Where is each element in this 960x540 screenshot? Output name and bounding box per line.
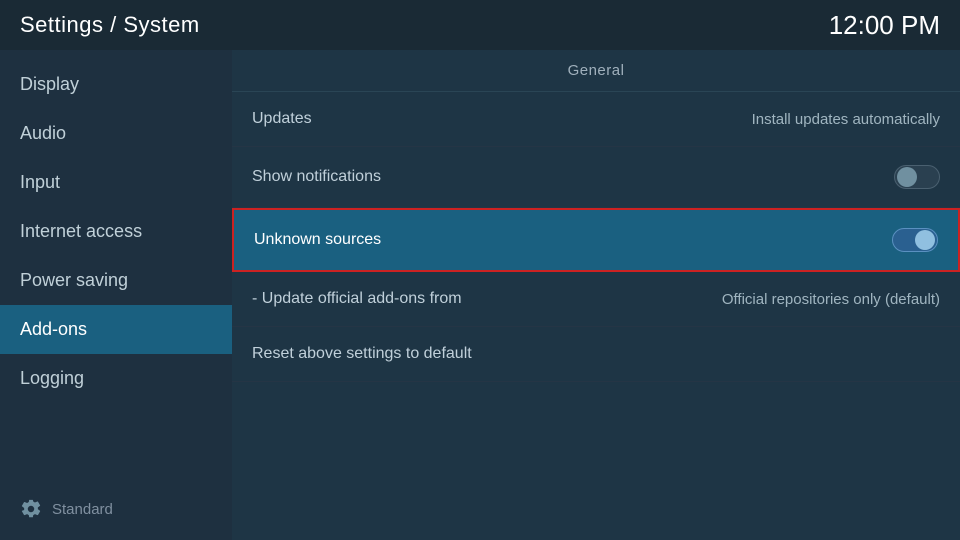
sidebar-item-input[interactable]: Input xyxy=(0,158,232,207)
updates-value: Install updates automatically xyxy=(752,111,940,128)
sidebar: Display Audio Input Internet access Powe… xyxy=(0,50,232,540)
sidebar-item-logging[interactable]: Logging xyxy=(0,354,232,403)
update-addons-label: - Update official add-ons from xyxy=(252,290,462,308)
toggle-thumb-on xyxy=(915,230,935,250)
sidebar-item-add-ons[interactable]: Add-ons xyxy=(0,305,232,354)
standard-label: Standard xyxy=(52,501,113,518)
unknown-sources-label: Unknown sources xyxy=(254,231,381,249)
sidebar-item-audio[interactable]: Audio xyxy=(0,109,232,158)
show-notifications-row[interactable]: Show notifications xyxy=(232,147,960,208)
reset-settings-row[interactable]: Reset above settings to default xyxy=(232,327,960,382)
sidebar-bottom: Standard xyxy=(0,488,232,530)
gear-icon xyxy=(20,498,42,520)
toggle-thumb xyxy=(897,167,917,187)
unknown-sources-row[interactable]: Unknown sources xyxy=(232,208,960,272)
clock: 12:00 PM xyxy=(829,10,940,41)
sidebar-item-internet-access[interactable]: Internet access xyxy=(0,207,232,256)
unknown-sources-toggle[interactable] xyxy=(892,228,938,252)
content-area: General Updates Install updates automati… xyxy=(232,50,960,540)
reset-settings-label: Reset above settings to default xyxy=(252,345,472,363)
show-notifications-label: Show notifications xyxy=(252,168,381,186)
update-addons-value: Official repositories only (default) xyxy=(722,291,940,308)
updates-row[interactable]: Updates Install updates automatically xyxy=(232,92,960,147)
header: Settings / System 12:00 PM xyxy=(0,0,960,50)
main-layout: Display Audio Input Internet access Powe… xyxy=(0,50,960,540)
show-notifications-toggle[interactable] xyxy=(894,165,940,189)
update-addons-row[interactable]: - Update official add-ons from Official … xyxy=(232,272,960,327)
page-title: Settings / System xyxy=(20,12,200,38)
updates-label: Updates xyxy=(252,110,312,128)
section-header: General xyxy=(232,50,960,92)
sidebar-item-power-saving[interactable]: Power saving xyxy=(0,256,232,305)
sidebar-item-display[interactable]: Display xyxy=(0,60,232,109)
